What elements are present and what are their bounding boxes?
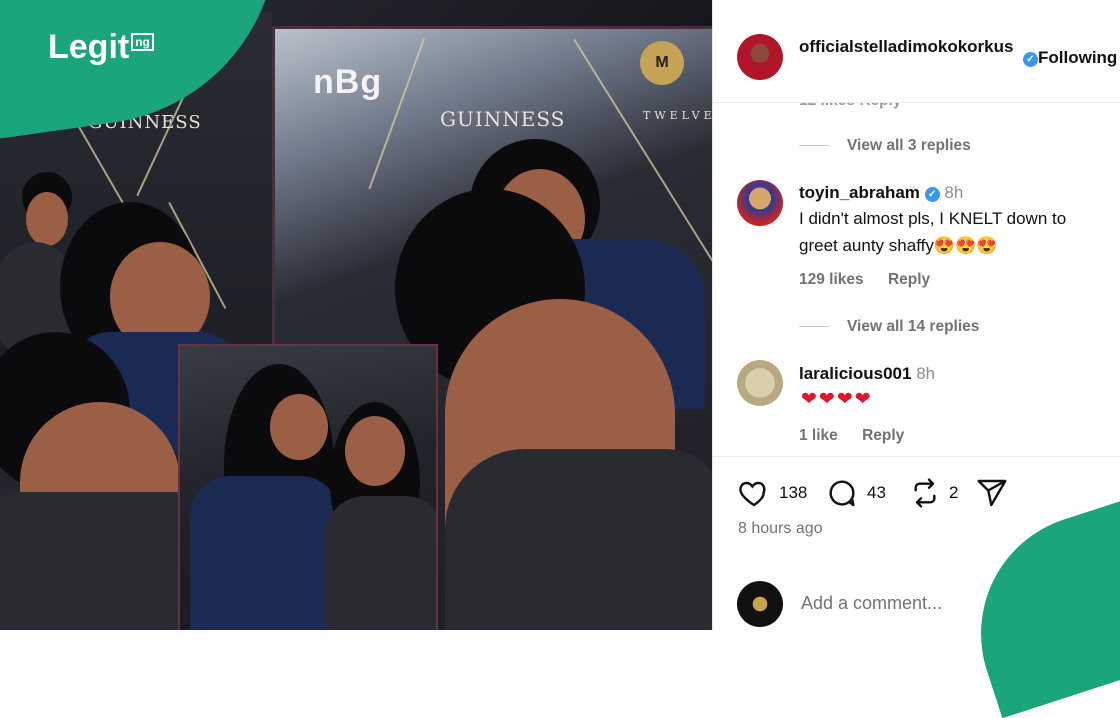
divider: [799, 326, 829, 328]
avatar[interactable]: [737, 360, 783, 406]
view-replies-button[interactable]: View all 3 replies: [799, 137, 971, 155]
comment-icon: [829, 480, 855, 507]
post-header: officialstelladimokokorkus ✓ Following: [713, 0, 1120, 103]
verified-badge-icon: ✓: [924, 187, 940, 202]
comment-count: 43: [867, 483, 886, 502]
second-woman-dress: [325, 496, 436, 630]
logo-badge: ng: [131, 33, 154, 51]
woman-dress: [190, 476, 340, 630]
legit-logo: Legit ng: [48, 28, 154, 67]
following-label: Following: [1038, 48, 1118, 67]
send-icon: [977, 479, 1007, 507]
comment-text: I didn't almost pls, I KNELT down to gre…: [799, 209, 1067, 255]
photo-inset: [178, 344, 438, 630]
comment-header: toyin_abraham ✓ 8h: [799, 181, 963, 205]
post-panel: toyin_abraham ✓ 8h I didn't almost pls, …: [712, 0, 1120, 718]
backdrop-line: [368, 38, 425, 190]
repost-count: 2: [949, 483, 959, 502]
reply-button[interactable]: Reply: [862, 427, 904, 444]
reply-button[interactable]: Reply: [888, 271, 930, 288]
comment-likes[interactable]: 1 like: [799, 427, 838, 444]
add-comment-input[interactable]: Add a comment...: [801, 593, 942, 614]
second-woman-dress: [445, 449, 712, 630]
second-woman-face: [345, 416, 405, 486]
view-replies-label: View all 14 replies: [847, 318, 980, 335]
comment-button[interactable]: 43: [825, 477, 886, 509]
post-timestamp: 8 hours ago: [738, 520, 823, 537]
post-media[interactable]: GUINNESS nBg GUINNESS M TWELVE Legit ng: [0, 0, 712, 630]
view-replies-label: View all 3 replies: [847, 137, 971, 154]
nbg-sign: nBg: [313, 63, 383, 101]
like-button[interactable]: 138: [737, 477, 807, 509]
avatar[interactable]: [737, 180, 783, 226]
comment-username[interactable]: laralicious001: [799, 364, 911, 383]
share-button[interactable]: [975, 477, 1009, 509]
woman-face: [270, 394, 328, 460]
divider: [799, 145, 829, 147]
view-replies-button[interactable]: View all 14 replies: [799, 318, 979, 336]
author-avatar[interactable]: [737, 34, 783, 80]
comment-time: 8h: [944, 183, 964, 202]
comment-text: ❤❤❤❤: [801, 389, 873, 410]
author-username[interactable]: officialstelladimokokorkus: [799, 35, 1015, 59]
heart-icon: [739, 481, 766, 507]
comment-username[interactable]: toyin_abraham: [799, 183, 920, 202]
viewer-avatar: [737, 581, 783, 627]
photographer-face: [26, 192, 68, 246]
sponsor-sign: GUINNESS: [440, 107, 566, 131]
comment-time: 8h: [916, 364, 936, 383]
logo-text: Legit: [48, 28, 130, 66]
event-sign: TWELVE: [643, 109, 712, 122]
following-button[interactable]: ✓ Following: [1023, 48, 1117, 68]
like-count: 138: [779, 483, 808, 502]
repost-button[interactable]: 2: [909, 477, 958, 509]
repost-icon: [914, 478, 936, 508]
comment-header: laralicious001 8h: [799, 362, 935, 386]
comment-meta: 1 like Reply: [799, 427, 924, 445]
verified-badge-icon: ✓: [1023, 52, 1038, 67]
comment-meta: 129 likes Reply: [799, 271, 950, 289]
event-logo: M: [640, 41, 684, 85]
comment-likes[interactable]: 129 likes: [799, 271, 864, 288]
